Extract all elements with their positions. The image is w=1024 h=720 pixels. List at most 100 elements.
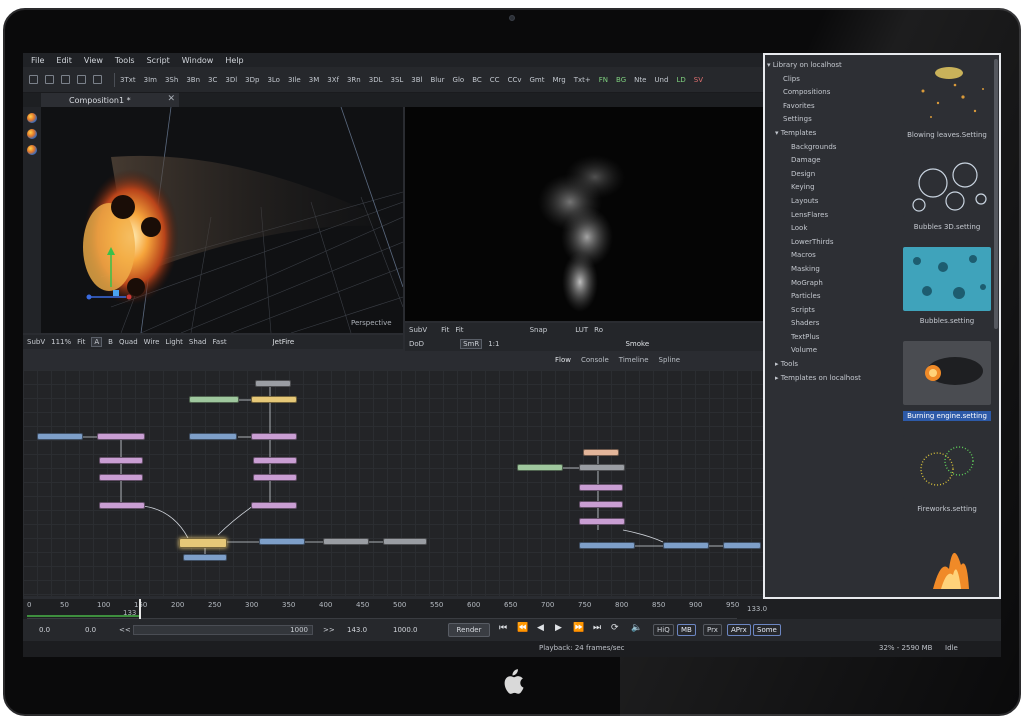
subview-button[interactable]: SubV [27,338,45,346]
fit-button[interactable]: Fit [441,326,449,334]
flow-node[interactable] [183,554,227,561]
dod-button[interactable]: DoD [409,340,424,348]
flow-node[interactable] [663,542,709,549]
tool-button[interactable]: 3Dl [225,76,237,84]
fit-button[interactable]: Fit [455,326,463,334]
menu-window[interactable]: Window [182,56,214,65]
play-icon[interactable]: ▶ [555,623,562,633]
flow-node-selected[interactable] [179,538,227,548]
tree-item[interactable]: Masking [767,263,899,277]
template-thumbnail[interactable]: Bubbles.setting [903,247,991,325]
flow-node[interactable] [579,484,623,491]
tree-item-tools[interactable]: ▸ Tools [767,358,899,372]
menu-tools[interactable]: Tools [115,56,135,65]
flow-node[interactable] [323,538,369,545]
tree-item[interactable]: Favorites [767,100,899,114]
tree-item[interactable]: Settings [767,113,899,127]
toggle-aprx[interactable]: APrx [727,624,751,636]
flow-node[interactable] [255,380,291,387]
menu-view[interactable]: View [84,56,103,65]
toggle-hiq[interactable]: HiQ [653,624,674,636]
template-thumbnail-selected[interactable]: Burning engine.setting [903,341,991,421]
tree-item[interactable]: Volume [767,344,899,358]
library-scrollbar[interactable] [994,59,998,329]
fit-button[interactable]: Fit [77,338,85,346]
range-slider[interactable]: 1000 [133,625,313,635]
tree-item-templates[interactable]: ▾ Templates [767,127,899,141]
tool-button[interactable]: FN [599,76,608,84]
wire-button[interactable]: Wire [144,338,160,346]
sphere-icon[interactable] [27,113,37,123]
tool-button[interactable]: LD [676,76,685,84]
template-thumbnail[interactable]: Blowing leaves.Setting [903,61,991,139]
tool-button[interactable]: 3Ile [288,76,301,84]
sphere-icon[interactable] [27,145,37,155]
flow-node[interactable] [189,433,237,440]
tool-button[interactable]: 3Txt [120,76,136,84]
render-start-field[interactable]: 0.0 [85,624,96,636]
lut-button[interactable]: LUT [575,326,588,334]
tree-item[interactable]: Look [767,222,899,236]
quad-button[interactable]: Quad [119,338,138,346]
print-icon[interactable] [93,75,102,84]
tree-item[interactable]: LowerThirds [767,236,899,250]
tree-item-library[interactable]: ▾ Library on localhost [767,59,899,73]
tool-button[interactable]: Mrg [552,76,565,84]
go-to-start-icon[interactable]: ⏮ [499,623,507,633]
range-right-arrows[interactable]: >> [323,624,335,636]
tree-item[interactable]: Design [767,168,899,182]
tool-button[interactable]: 3Xf [327,76,339,84]
tool-button[interactable]: 3Lo [267,76,280,84]
flow-node[interactable] [579,518,625,525]
tool-button[interactable]: 3DL [369,76,383,84]
flow-node[interactable] [99,502,145,509]
render-button[interactable]: Render [448,623,490,637]
audio-icon[interactable]: 🔈 [631,623,642,633]
flow-node[interactable] [251,433,297,440]
tab-composition[interactable]: Composition1 * ✕ [41,93,179,107]
tab-timeline[interactable]: Timeline [619,356,649,368]
smr-button[interactable]: SmR [460,339,483,349]
save-all-icon[interactable] [77,75,86,84]
flow-node[interactable] [253,457,297,464]
flow-node[interactable] [383,538,427,545]
viewer-perspective[interactable]: Perspective [41,107,403,333]
sphere-icon[interactable] [27,129,37,139]
menu-script[interactable]: Script [147,56,170,65]
flow-node[interactable] [253,474,297,481]
tree-item[interactable]: TextPlus [767,331,899,345]
tree-item[interactable]: Backgrounds [767,141,899,155]
tool-button[interactable]: 3SL [390,76,403,84]
global-start-field[interactable]: 0.0 [39,624,50,636]
tool-button[interactable]: 3M [309,76,320,84]
template-thumbnail[interactable]: Fireworks.setting [903,435,991,513]
flow-node[interactable] [189,396,239,403]
flow-node[interactable] [583,449,619,456]
tool-button[interactable]: Und [654,76,668,84]
flow-node[interactable] [99,474,143,481]
menu-file[interactable]: File [31,56,44,65]
loop-icon[interactable]: ⟳ [611,623,619,633]
tree-item[interactable]: Shaders [767,317,899,331]
fast-button[interactable]: Fast [213,338,227,346]
tool-button[interactable]: Txt+ [574,76,591,84]
menu-edit[interactable]: Edit [56,56,72,65]
tree-item[interactable]: Keying [767,181,899,195]
timeline-ruler[interactable]: 0 50 100 150 200 250 300 350 400 450 500… [23,599,1001,619]
toggle-some[interactable]: Some [753,624,781,636]
tree-item[interactable]: Particles [767,290,899,304]
save-icon[interactable] [61,75,70,84]
tree-item[interactable]: MoGraph [767,277,899,291]
tool-button[interactable]: BG [616,76,626,84]
tab-flow[interactable]: Flow [555,356,571,368]
tree-item[interactable]: Layouts [767,195,899,209]
shadow-button[interactable]: Shad [189,338,207,346]
tab-console[interactable]: Console [581,356,609,368]
tab-spline[interactable]: Spline [659,356,681,368]
tool-button[interactable]: Glo [453,76,465,84]
new-icon[interactable] [29,75,38,84]
buffer-a-button[interactable]: A [91,337,103,347]
tool-button[interactable]: 3Sh [165,76,178,84]
range-left-arrows[interactable]: << [119,624,131,636]
close-icon[interactable]: ✕ [167,94,175,104]
